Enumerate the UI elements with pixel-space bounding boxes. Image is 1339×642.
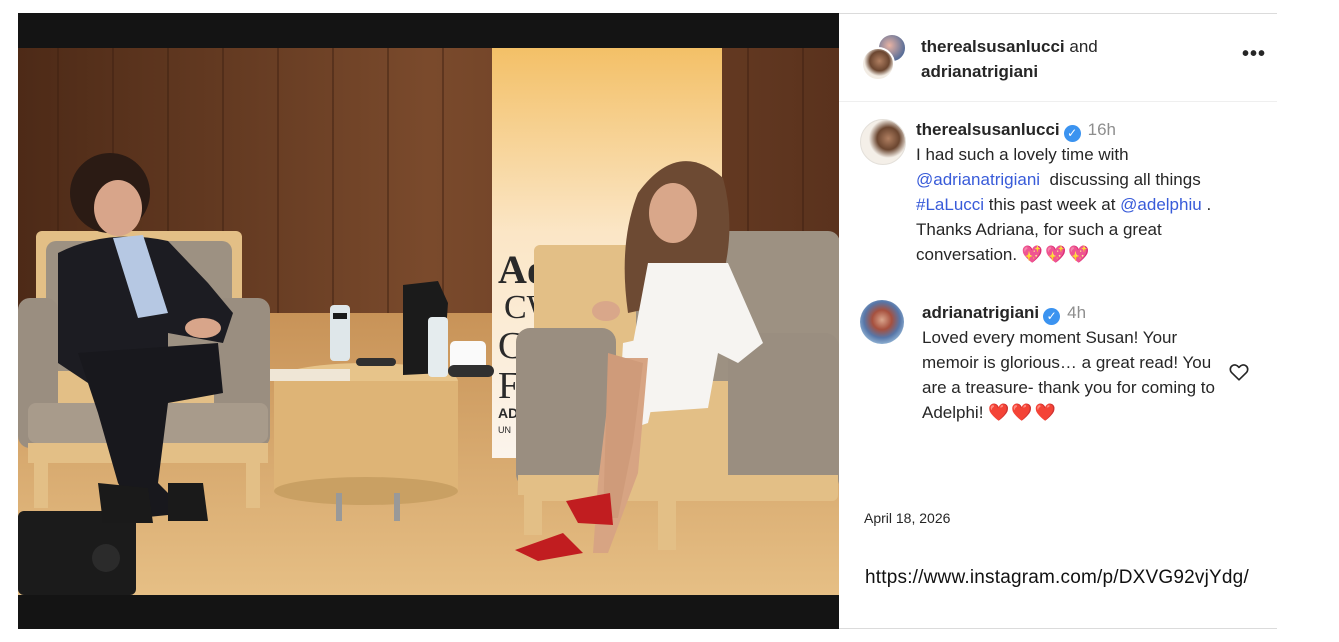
post-url[interactable]: https://www.instagram.com/p/DXVG92vjYdg/ <box>865 567 1249 589</box>
red-heart-emoji: ❤️❤️❤️ <box>988 403 1058 422</box>
heart-outline-icon[interactable] <box>1228 361 1250 383</box>
header-and-text: and <box>1069 37 1098 56</box>
mention-link[interactable]: @adelphiu <box>1120 195 1202 214</box>
avatar-therealsusanlucci[interactable] <box>861 47 895 81</box>
collab-avatars[interactable] <box>859 33 907 81</box>
comment-text: I had such a lovely time with <box>916 145 1129 164</box>
verified-badge-icon: ✓ <box>1043 308 1061 325</box>
banner-tag: AD <box>498 405 518 421</box>
collab-usernames: therealsusanlucci and adrianatrigiani <box>921 34 1098 84</box>
stage-photo-illustration: Adelphi CWriter C F AD UN <box>18 13 839 629</box>
more-horizontal-icon[interactable]: ••• <box>1242 43 1266 66</box>
mention-link[interactable]: @adrianatrigiani <box>916 170 1040 189</box>
post-photo[interactable]: Adelphi CWriter C F AD UN <box>18 13 839 629</box>
comment-avatar[interactable] <box>860 119 906 165</box>
comment-body: therealsusanlucci ✓ 16h I had such a lovel… <box>916 117 1256 267</box>
comment-username[interactable]: adrianatrigiani <box>922 303 1039 322</box>
banner-letter-f: F <box>498 365 519 407</box>
comment-time[interactable]: 16h <box>1088 120 1116 139</box>
comment-text: this past week at <box>988 195 1116 214</box>
post-header: therealsusanlucci and adrianatrigiani ••… <box>839 13 1277 102</box>
sparkling-heart-emoji: 💖💖💖 <box>1021 245 1092 264</box>
panel-bottom-divider <box>839 628 1277 629</box>
comment-time[interactable]: 4h <box>1067 303 1086 322</box>
hashtag-link[interactable]: #LaLucci <box>916 195 984 214</box>
verified-badge-icon: ✓ <box>1063 125 1081 142</box>
comment-avatar[interactable] <box>860 300 904 344</box>
post-side-panel: therealsusanlucci and adrianatrigiani ••… <box>839 13 1277 629</box>
comment-text: Loved every moment Susan! Your memoir is… <box>922 328 1215 422</box>
post-date[interactable]: April 18, 2026 <box>864 510 950 526</box>
comment-body: adrianatrigiani ✓ 4h Loved every moment Su… <box>922 300 1222 425</box>
banner-tag2: UN <box>498 425 511 435</box>
header-username-1[interactable]: therealsusanlucci <box>921 37 1065 56</box>
comment-text: . <box>1206 195 1212 214</box>
comment-text: discussing all things <box>1049 170 1201 189</box>
comment-username[interactable]: therealsusanlucci <box>916 120 1060 139</box>
header-username-2[interactable]: adrianatrigiani <box>921 62 1038 81</box>
